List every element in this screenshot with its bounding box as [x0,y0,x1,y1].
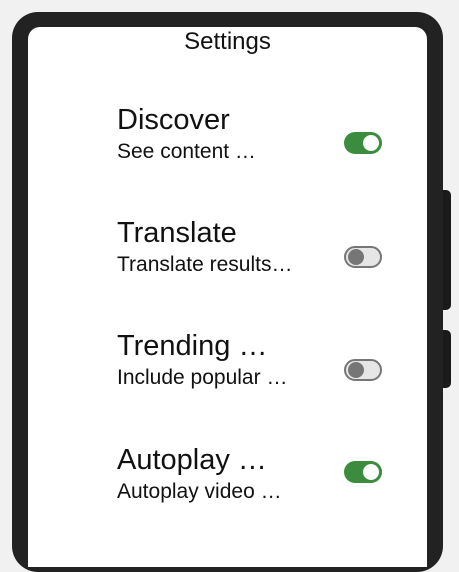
setting-title: Discover [117,104,230,136]
trending-toggle[interactable] [344,359,382,381]
setting-row-trending[interactable]: Trending … Include popular … [28,330,427,400]
page-title: Settings [184,28,271,55]
setting-title: Autoplay … [117,444,267,476]
toggle-knob [363,464,379,480]
setting-subtitle: Translate results… [117,253,293,276]
translate-toggle[interactable] [344,246,382,268]
setting-subtitle: Autoplay video … [117,480,282,503]
setting-title: Trending … [117,330,268,362]
toggle-knob [363,135,379,151]
setting-subtitle: See content … [117,140,256,163]
setting-row-discover[interactable]: Discover See content … [28,104,427,174]
setting-row-translate[interactable]: Translate Translate results… [28,217,427,287]
volume-button [443,190,451,310]
settings-screen: Settings Discover See content … Translat… [28,27,427,567]
setting-row-autoplay[interactable]: Autoplay … Autoplay video … [28,444,427,514]
setting-title: Translate [117,217,237,249]
autoplay-toggle[interactable] [344,461,382,483]
power-button [443,330,451,388]
setting-subtitle: Include popular … [117,366,288,389]
discover-toggle[interactable] [344,132,382,154]
toggle-knob [348,249,364,265]
toggle-knob [348,362,364,378]
